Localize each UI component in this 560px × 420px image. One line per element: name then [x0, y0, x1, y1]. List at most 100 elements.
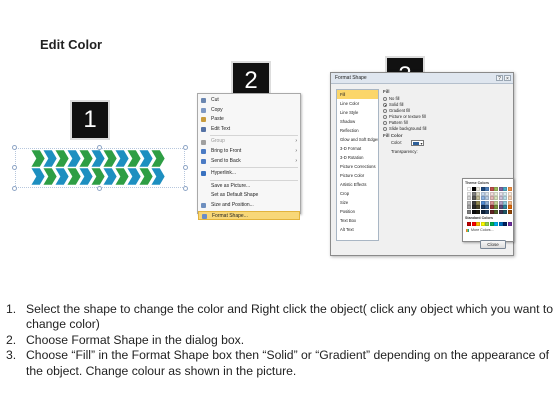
selected-chevron-shape[interactable]	[12, 145, 188, 191]
menu-item-group[interactable]: Group ›	[198, 137, 300, 147]
resize-handle-n[interactable]	[97, 145, 102, 150]
standard-color-swatch[interactable]	[476, 221, 480, 226]
radio-button[interactable]	[383, 97, 387, 101]
category-shadow[interactable]: Shadow	[337, 117, 378, 126]
theme-color-swatch[interactable]	[485, 191, 489, 196]
category-alt-text[interactable]: Alt Text	[337, 225, 378, 234]
category-reflection[interactable]: Reflection	[337, 126, 378, 135]
close-icon[interactable]: ×	[504, 75, 511, 82]
theme-color-swatch[interactable]	[476, 209, 480, 214]
category-fill[interactable]: Fill	[337, 90, 378, 99]
theme-color-swatch[interactable]	[485, 200, 489, 205]
theme-color-swatch[interactable]	[494, 205, 498, 209]
category-crop[interactable]: Crop	[337, 189, 378, 198]
resize-handle-nw[interactable]	[12, 145, 17, 150]
theme-color-swatch[interactable]	[498, 187, 503, 191]
theme-color-swatch[interactable]	[503, 200, 507, 205]
category-line-color[interactable]: Line Color	[337, 99, 378, 108]
standard-color-swatch[interactable]	[498, 221, 503, 226]
category-position[interactable]: Position	[337, 207, 378, 216]
resize-handle-sw[interactable]	[12, 186, 17, 191]
theme-color-swatch[interactable]	[476, 205, 480, 209]
theme-color-swatch[interactable]	[507, 205, 512, 209]
theme-color-swatch[interactable]	[467, 191, 471, 196]
theme-color-swatch[interactable]	[476, 196, 480, 200]
theme-color-swatch[interactable]	[467, 200, 471, 205]
theme-color-swatch[interactable]	[494, 200, 498, 205]
radio-button[interactable]	[383, 127, 387, 131]
category-picture-corrections[interactable]: Picture Corrections	[337, 162, 378, 171]
theme-color-swatch[interactable]	[476, 200, 480, 205]
theme-color-swatch[interactable]	[503, 191, 507, 196]
resize-handle-ne[interactable]	[183, 145, 188, 150]
theme-color-swatch[interactable]	[494, 187, 498, 191]
theme-color-swatch[interactable]	[503, 209, 507, 214]
category-3-d-rotation[interactable]: 3-D Rotation	[337, 153, 378, 162]
category-3-d-format[interactable]: 3-D Format	[337, 144, 378, 153]
theme-color-swatch[interactable]	[489, 187, 494, 191]
theme-color-swatch[interactable]	[498, 209, 503, 214]
theme-color-swatch[interactable]	[471, 200, 476, 205]
theme-color-swatch[interactable]	[480, 209, 485, 214]
menu-item-format-shape[interactable]: Format Shape...	[198, 210, 300, 221]
theme-color-swatch[interactable]	[476, 191, 480, 196]
theme-color-swatch[interactable]	[480, 205, 485, 209]
radio-button[interactable]	[383, 115, 387, 119]
close-button[interactable]: Close	[480, 240, 506, 249]
menu-item-size-and-position[interactable]: Size and Position...	[198, 201, 300, 211]
theme-color-swatch[interactable]	[494, 209, 498, 214]
resize-handle-s[interactable]	[97, 186, 102, 191]
menu-item-bring-to-front[interactable]: Bring to Front ›	[198, 147, 300, 157]
color-picker-button[interactable]: ▾	[411, 139, 424, 146]
theme-color-swatch[interactable]	[489, 205, 494, 209]
theme-color-swatch[interactable]	[507, 200, 512, 205]
theme-color-swatch[interactable]	[471, 209, 476, 214]
menu-item-paste[interactable]: Paste	[198, 115, 300, 125]
standard-color-swatch[interactable]	[480, 221, 485, 226]
theme-color-swatch[interactable]	[485, 196, 489, 200]
radio-slide-background-fill[interactable]: Slide background fill	[383, 126, 510, 132]
theme-color-swatch[interactable]	[471, 187, 476, 191]
standard-color-swatch[interactable]	[471, 221, 476, 226]
menu-item-hyperlink[interactable]: Hyperlink...	[198, 169, 300, 179]
theme-color-swatch[interactable]	[471, 205, 476, 209]
theme-color-swatch[interactable]	[503, 187, 507, 191]
theme-color-swatch[interactable]	[498, 200, 503, 205]
menu-item-save-as-picture[interactable]: Save as Picture...	[198, 182, 300, 192]
theme-color-swatch[interactable]	[476, 187, 480, 191]
theme-color-swatch[interactable]	[507, 191, 512, 196]
standard-color-swatch[interactable]	[467, 221, 471, 226]
standard-color-swatch[interactable]	[485, 221, 489, 226]
theme-color-swatch[interactable]	[485, 209, 489, 214]
standard-color-swatch[interactable]	[503, 221, 507, 226]
help-icon[interactable]: ?	[496, 75, 503, 82]
category-picture-color[interactable]: Picture Color	[337, 171, 378, 180]
theme-color-swatch[interactable]	[467, 205, 471, 209]
theme-color-swatch[interactable]	[471, 196, 476, 200]
theme-color-swatch[interactable]	[489, 209, 494, 214]
category-text-box[interactable]: Text Box	[337, 216, 378, 225]
category-glow-and-soft-edges[interactable]: Glow and Soft Edges	[337, 135, 378, 144]
menu-item-copy[interactable]: Copy	[198, 106, 300, 116]
theme-color-swatch[interactable]	[485, 205, 489, 209]
chevron-arrows-graphic[interactable]	[15, 148, 185, 188]
category-size[interactable]: Size	[337, 198, 378, 207]
theme-color-swatch[interactable]	[503, 196, 507, 200]
theme-color-swatch[interactable]	[507, 187, 512, 191]
radio-button[interactable]	[383, 103, 387, 107]
theme-color-swatch[interactable]	[480, 191, 485, 196]
theme-color-swatch[interactable]	[498, 196, 503, 200]
theme-color-swatch[interactable]	[489, 200, 494, 205]
theme-color-swatch[interactable]	[467, 209, 471, 214]
theme-color-swatch[interactable]	[485, 187, 489, 191]
theme-color-swatch[interactable]	[480, 196, 485, 200]
category-artistic-effects[interactable]: Artistic Effects	[337, 180, 378, 189]
theme-color-swatch[interactable]	[498, 205, 503, 209]
resize-handle-se[interactable]	[183, 186, 188, 191]
theme-color-swatch[interactable]	[467, 196, 471, 200]
theme-color-swatch[interactable]	[467, 187, 471, 191]
theme-color-swatch[interactable]	[480, 187, 485, 191]
menu-item-cut[interactable]: Cut	[198, 96, 300, 106]
standard-color-swatch[interactable]	[489, 221, 494, 226]
radio-button[interactable]	[383, 121, 387, 125]
